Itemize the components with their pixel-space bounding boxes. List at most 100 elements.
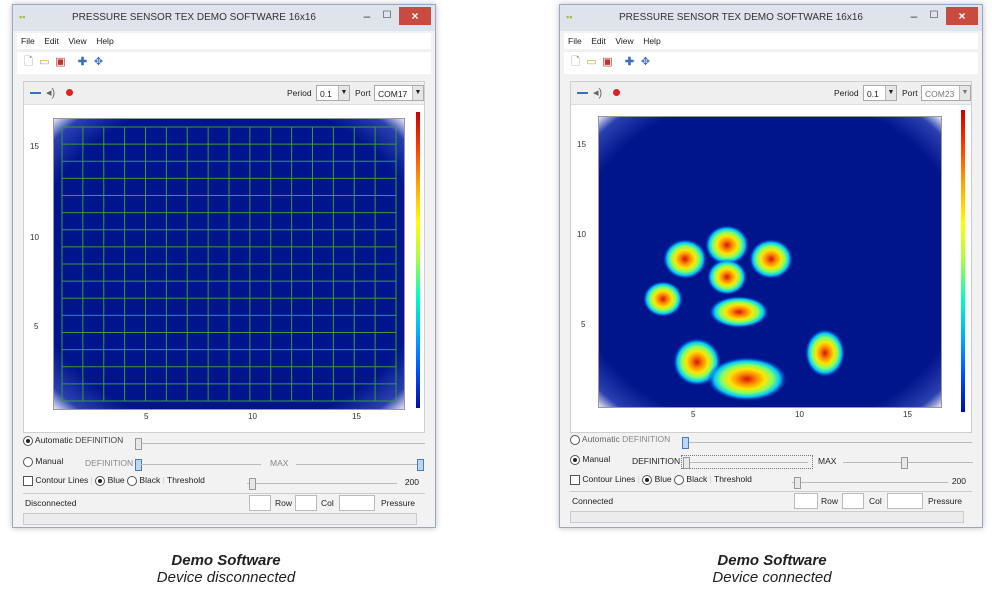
manual-row: Manual DEFINITION MAX [570,454,973,472]
definition-slider-track [688,442,972,443]
max-slider[interactable] [901,457,908,469]
port-select[interactable]: COM17 ▼ [374,85,424,101]
pressure-heatmap[interactable] [53,118,405,410]
max-label: MAX [818,456,837,466]
automatic-label: Automatic [34,435,73,445]
threshold-slider[interactable] [794,477,801,489]
menu-help[interactable]: Help [639,33,663,46]
pressure-heatmap[interactable] [598,116,942,408]
save-icon[interactable]: ▣ [55,57,66,68]
black-label: Black [139,475,161,485]
manual-radio[interactable] [23,456,33,467]
manual-definition-slider[interactable] [683,457,690,469]
pressure-field[interactable] [887,493,923,509]
open-folder-icon[interactable]: ▭ [586,57,597,68]
manual-definition-slider[interactable] [135,459,142,471]
col-field[interactable] [295,495,317,511]
col-field[interactable] [842,493,864,509]
definition-label: DEFINITION [622,434,671,444]
color-scale-bar [416,112,420,408]
close-button[interactable]: × [946,7,978,25]
move-icon[interactable]: ✥ [640,57,651,68]
demo-window-disconnected: ▪▪ PRESSURE SENSOR TEX DEMO SOFTWARE 16x… [12,4,436,528]
automatic-radio[interactable] [570,434,580,445]
minimize-button[interactable]: – [904,7,924,25]
menu-help[interactable]: Help [92,33,116,46]
y-tick-5: 5 [581,320,586,329]
manual-radio[interactable] [570,454,580,465]
col-label: Col [321,498,334,508]
pressure-hotspot [707,259,747,295]
divider: | [637,474,640,484]
plot-panel: ◂) Period 0.1 ▼ Port COM23 ▼ 15 10 5 5 1… [570,81,972,433]
definition-slider[interactable] [682,437,689,449]
menu-view[interactable]: View [64,33,89,46]
pressure-hotspot [709,296,769,328]
add-icon[interactable]: ✚ [77,57,88,68]
period-label: Period [287,88,312,98]
port-select[interactable]: COM23 ▼ [921,85,971,101]
pressure-hotspot [707,357,787,401]
menu-edit[interactable]: Edit [587,33,609,46]
stop-icon[interactable] [30,92,41,94]
plot-panel: ◂) Period 0.1 ▼ Port COM17 ▼ 15 10 5 5 1… [23,81,425,433]
blue-radio[interactable] [642,474,653,485]
maximize-button[interactable]: ☐ [924,7,944,25]
open-folder-icon[interactable]: ▭ [39,57,50,68]
threshold-value: 200 [951,476,966,486]
title-bar[interactable]: ▪▪ PRESSURE SENSOR TEX DEMO SOFTWARE 16x… [560,5,982,31]
move-icon[interactable]: ✥ [93,57,104,68]
contour-lines-checkbox[interactable] [570,474,580,485]
menu-edit[interactable]: Edit [40,33,62,46]
period-select[interactable]: 0.1 ▼ [863,85,897,101]
black-radio[interactable] [127,475,138,486]
blue-label: Blue [107,475,125,485]
minimize-button[interactable]: – [357,7,377,25]
automatic-row: Automatic DEFINITION [570,434,972,452]
pressure-field[interactable] [339,495,375,511]
manual-definition-label: DEFINITION [85,458,134,468]
title-bar[interactable]: ▪▪ PRESSURE SENSOR TEX DEMO SOFTWARE 16x… [13,5,435,31]
menu-view[interactable]: View [611,33,636,46]
sound-icon[interactable]: ◂) [593,86,602,99]
add-icon[interactable]: ✚ [624,57,635,68]
new-file-icon[interactable]: 🗋 [570,57,581,68]
row-field[interactable] [794,493,818,509]
record-icon[interactable] [613,89,620,96]
contour-lines-checkbox[interactable] [23,475,33,486]
maximize-button[interactable]: ☐ [377,7,397,25]
blue-radio[interactable] [95,475,106,486]
acquisition-controls: ◂) Period 0.1 ▼ Port COM17 ▼ [24,82,424,105]
manual-definition-track [141,464,261,465]
manual-definition-track [690,462,808,463]
automatic-radio[interactable] [23,435,33,446]
row-label: Row [821,496,839,506]
caption-subtitle: Device disconnected [156,569,296,586]
menu-file[interactable]: File [564,33,585,46]
x-tick-15: 15 [352,412,361,421]
menu-file[interactable]: File [17,33,38,46]
save-icon[interactable]: ▣ [602,57,613,68]
max-slider[interactable] [417,459,424,471]
chevron-down-icon: ▼ [885,86,896,100]
definition-slider[interactable] [135,438,142,450]
automatic-row: Automatic DEFINITION [23,435,425,453]
sensor-grid [61,126,397,402]
period-select[interactable]: 0.1 ▼ [316,85,350,101]
window-title: PRESSURE SENSOR TEX DEMO SOFTWARE 16x16 [72,12,316,23]
menu-bar: File Edit View Help [564,33,978,49]
y-tick-15: 15 [577,140,586,149]
black-radio[interactable] [674,474,685,485]
menu-bar: File Edit View Help [17,33,431,49]
threshold-slider[interactable] [249,478,256,490]
caption-right: Demo Software Device connected [622,552,922,586]
stop-icon[interactable] [577,92,588,94]
row-field[interactable] [249,495,271,511]
max-slider-track [296,464,418,465]
record-icon[interactable] [66,89,73,96]
new-file-icon[interactable]: 🗋 [23,57,34,68]
divider: | [709,474,712,484]
close-button[interactable]: × [399,7,431,25]
sound-icon[interactable]: ◂) [46,86,55,99]
contour-lines-label: Contour Lines [35,475,89,485]
